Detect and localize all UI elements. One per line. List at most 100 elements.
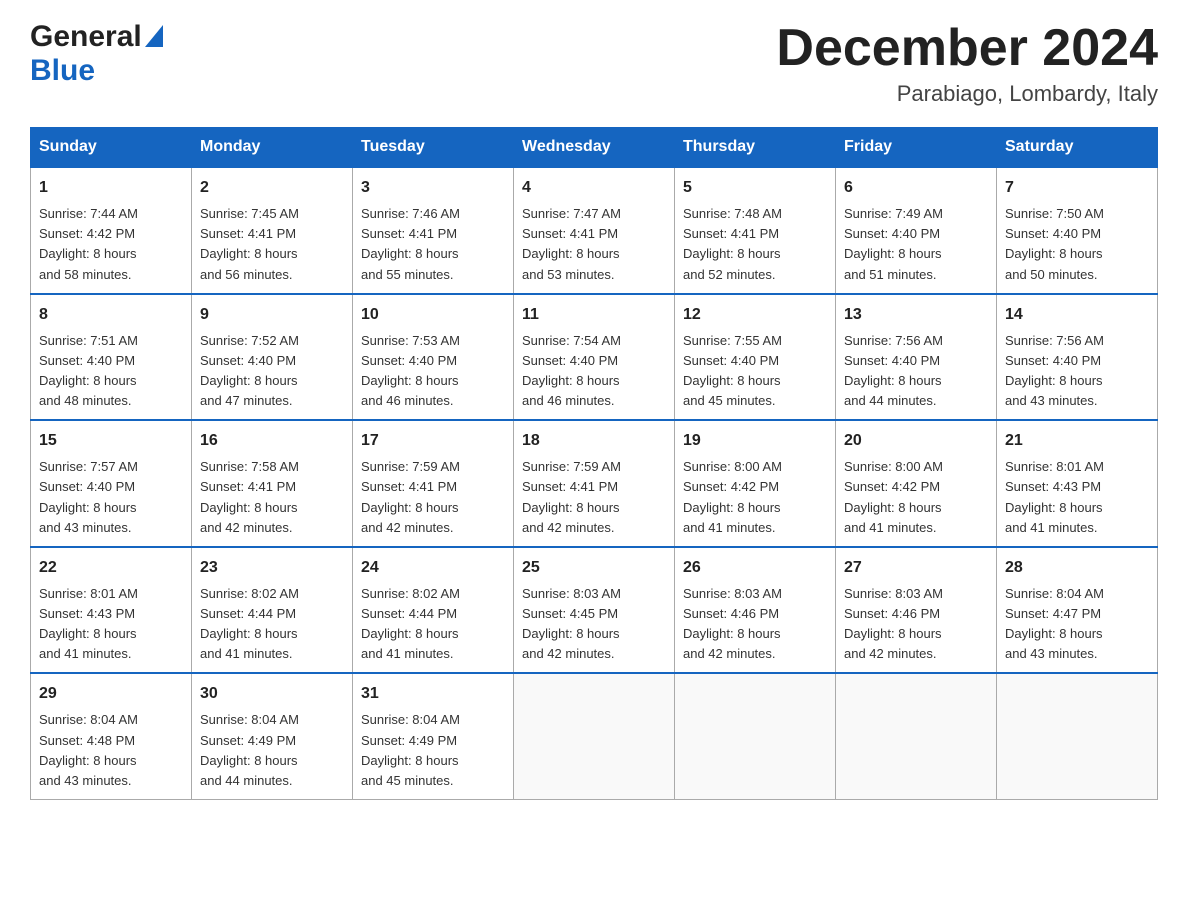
day-number: 10: [361, 303, 505, 327]
day-info: Sunrise: 8:00 AMSunset: 4:42 PMDaylight:…: [844, 457, 988, 538]
day-info: Sunrise: 7:51 AMSunset: 4:40 PMDaylight:…: [39, 331, 183, 412]
calendar-cell: [997, 673, 1158, 799]
calendar-week-row-1: 1Sunrise: 7:44 AMSunset: 4:42 PMDaylight…: [31, 167, 1158, 294]
page-header: General Blue December 2024 Parabiago, Lo…: [30, 20, 1158, 107]
day-number: 3: [361, 176, 505, 200]
calendar-cell: 4Sunrise: 7:47 AMSunset: 4:41 PMDaylight…: [514, 167, 675, 294]
header-day-monday: Monday: [192, 128, 353, 168]
day-number: 17: [361, 429, 505, 453]
calendar-cell: 2 Sunrise: 7:45 AMSunset: 4:41 PMDaylight…: [192, 167, 353, 294]
day-info: Sunrise: 8:00 AMSunset: 4:42 PMDaylight:…: [683, 457, 827, 538]
calendar-cell: 20 Sunrise: 8:00 AMSunset: 4:42 PMDayligh…: [836, 420, 997, 547]
day-number: 26: [683, 556, 827, 580]
calendar-cell: [836, 673, 997, 799]
day-info: Sunrise: 8:04 AMSunset: 4:49 PMDaylight:…: [361, 710, 505, 791]
day-number: 19: [683, 429, 827, 453]
calendar-header-row: SundayMondayTuesdayWednesdayThursdayFrid…: [31, 128, 1158, 168]
calendar-cell: 14 Sunrise: 7:56 AMSunset: 4:40 PMDayligh…: [997, 294, 1158, 421]
day-info: Sunrise: 7:56 AMSunset: 4:40 PMDaylight:…: [1005, 331, 1149, 412]
calendar-cell: 3 Sunrise: 7:46 AMSunset: 4:41 PMDaylight…: [353, 167, 514, 294]
day-info: Sunrise: 8:04 AMSunset: 4:48 PMDaylight:…: [39, 710, 183, 791]
title-section: December 2024 Parabiago, Lombardy, Italy: [776, 20, 1158, 107]
calendar-week-row-2: 8 Sunrise: 7:51 AMSunset: 4:40 PMDaylight…: [31, 294, 1158, 421]
day-number: 16: [200, 429, 344, 453]
calendar-cell: 18 Sunrise: 7:59 AMSunset: 4:41 PMDayligh…: [514, 420, 675, 547]
day-info: Sunrise: 7:57 AMSunset: 4:40 PMDaylight:…: [39, 457, 183, 538]
calendar-cell: 7 Sunrise: 7:50 AMSunset: 4:40 PMDaylight…: [997, 167, 1158, 294]
header-day-wednesday: Wednesday: [514, 128, 675, 168]
day-info: Sunrise: 7:50 AMSunset: 4:40 PMDaylight:…: [1005, 204, 1149, 285]
calendar-cell: 1Sunrise: 7:44 AMSunset: 4:42 PMDaylight…: [31, 167, 192, 294]
day-info: Sunrise: 8:04 AMSunset: 4:47 PMDaylight:…: [1005, 584, 1149, 665]
day-info: Sunrise: 7:48 AMSunset: 4:41 PMDaylight:…: [683, 204, 827, 285]
day-number: 27: [844, 556, 988, 580]
day-number: 11: [522, 303, 666, 327]
logo-triangle-icon: [145, 25, 163, 47]
day-number: 22: [39, 556, 183, 580]
calendar-cell: [675, 673, 836, 799]
calendar-table: SundayMondayTuesdayWednesdayThursdayFrid…: [30, 127, 1158, 800]
day-info: Sunrise: 8:01 AMSunset: 4:43 PMDaylight:…: [39, 584, 183, 665]
day-number: 2: [200, 176, 344, 200]
day-info: Sunrise: 8:01 AMSunset: 4:43 PMDaylight:…: [1005, 457, 1149, 538]
calendar-cell: 10 Sunrise: 7:53 AMSunset: 4:40 PMDayligh…: [353, 294, 514, 421]
day-number: 30: [200, 682, 344, 706]
day-info: Sunrise: 7:47 AMSunset: 4:41 PMDaylight:…: [522, 204, 666, 285]
day-info: Sunrise: 7:44 AMSunset: 4:42 PMDaylight:…: [39, 204, 183, 285]
day-info: Sunrise: 7:45 AMSunset: 4:41 PMDaylight:…: [200, 204, 344, 285]
calendar-week-row-4: 22 Sunrise: 8:01 AMSunset: 4:43 PMDayligh…: [31, 547, 1158, 674]
day-info: Sunrise: 7:55 AMSunset: 4:40 PMDaylight:…: [683, 331, 827, 412]
day-number: 29: [39, 682, 183, 706]
logo-general-text: General: [30, 20, 142, 54]
day-number: 6: [844, 176, 988, 200]
day-info: Sunrise: 8:03 AMSunset: 4:46 PMDaylight:…: [683, 584, 827, 665]
day-info: Sunrise: 7:46 AMSunset: 4:41 PMDaylight:…: [361, 204, 505, 285]
day-number: 8: [39, 303, 183, 327]
day-number: 12: [683, 303, 827, 327]
day-number: 5: [683, 176, 827, 200]
header-day-saturday: Saturday: [997, 128, 1158, 168]
day-number: 24: [361, 556, 505, 580]
calendar-cell: 5 Sunrise: 7:48 AMSunset: 4:41 PMDaylight…: [675, 167, 836, 294]
calendar-cell: 9Sunrise: 7:52 AMSunset: 4:40 PMDaylight…: [192, 294, 353, 421]
calendar-cell: 24Sunrise: 8:02 AMSunset: 4:44 PMDayligh…: [353, 547, 514, 674]
day-info: Sunrise: 7:54 AMSunset: 4:40 PMDaylight:…: [522, 331, 666, 412]
day-number: 14: [1005, 303, 1149, 327]
calendar-cell: 26 Sunrise: 8:03 AMSunset: 4:46 PMDayligh…: [675, 547, 836, 674]
calendar-cell: 13 Sunrise: 7:56 AMSunset: 4:40 PMDayligh…: [836, 294, 997, 421]
calendar-week-row-5: 29 Sunrise: 8:04 AMSunset: 4:48 PMDayligh…: [31, 673, 1158, 799]
calendar-cell: 25 Sunrise: 8:03 AMSunset: 4:45 PMDayligh…: [514, 547, 675, 674]
day-number: 31: [361, 682, 505, 706]
calendar-cell: 17Sunrise: 7:59 AMSunset: 4:41 PMDayligh…: [353, 420, 514, 547]
calendar-cell: 12 Sunrise: 7:55 AMSunset: 4:40 PMDayligh…: [675, 294, 836, 421]
header-day-tuesday: Tuesday: [353, 128, 514, 168]
header-day-sunday: Sunday: [31, 128, 192, 168]
day-number: 20: [844, 429, 988, 453]
calendar-cell: 6 Sunrise: 7:49 AMSunset: 4:40 PMDaylight…: [836, 167, 997, 294]
calendar-cell: 21 Sunrise: 8:01 AMSunset: 4:43 PMDayligh…: [997, 420, 1158, 547]
calendar-cell: 30 Sunrise: 8:04 AMSunset: 4:49 PMDayligh…: [192, 673, 353, 799]
day-number: 18: [522, 429, 666, 453]
calendar-cell: 22 Sunrise: 8:01 AMSunset: 4:43 PMDayligh…: [31, 547, 192, 674]
calendar-cell: 19 Sunrise: 8:00 AMSunset: 4:42 PMDayligh…: [675, 420, 836, 547]
day-info: Sunrise: 7:59 AMSunset: 4:41 PMDaylight:…: [522, 457, 666, 538]
logo: General Blue: [30, 20, 163, 88]
day-number: 7: [1005, 176, 1149, 200]
calendar-cell: [514, 673, 675, 799]
day-info: Sunrise: 8:04 AMSunset: 4:49 PMDaylight:…: [200, 710, 344, 791]
calendar-cell: 23Sunrise: 8:02 AMSunset: 4:44 PMDayligh…: [192, 547, 353, 674]
day-info: Sunrise: 7:49 AMSunset: 4:40 PMDaylight:…: [844, 204, 988, 285]
day-info: Sunrise: 8:03 AMSunset: 4:45 PMDaylight:…: [522, 584, 666, 665]
day-info: Sunrise: 7:53 AMSunset: 4:40 PMDaylight:…: [361, 331, 505, 412]
day-number: 25: [522, 556, 666, 580]
calendar-cell: 28Sunrise: 8:04 AMSunset: 4:47 PMDayligh…: [997, 547, 1158, 674]
day-number: 21: [1005, 429, 1149, 453]
header-day-thursday: Thursday: [675, 128, 836, 168]
calendar-cell: 29 Sunrise: 8:04 AMSunset: 4:48 PMDayligh…: [31, 673, 192, 799]
day-info: Sunrise: 7:52 AMSunset: 4:40 PMDaylight:…: [200, 331, 344, 412]
day-info: Sunrise: 7:58 AMSunset: 4:41 PMDaylight:…: [200, 457, 344, 538]
day-number: 23: [200, 556, 344, 580]
day-number: 13: [844, 303, 988, 327]
day-info: Sunrise: 7:56 AMSunset: 4:40 PMDaylight:…: [844, 331, 988, 412]
calendar-week-row-3: 15Sunrise: 7:57 AMSunset: 4:40 PMDayligh…: [31, 420, 1158, 547]
